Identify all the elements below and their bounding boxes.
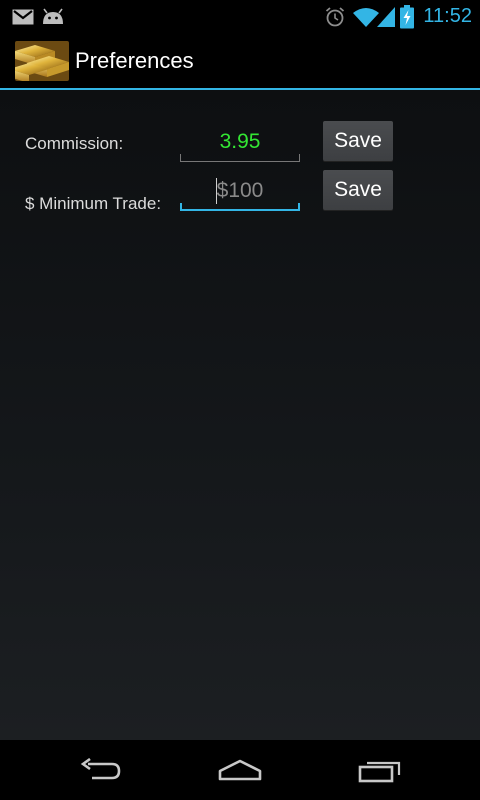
android-icon [41,0,65,33]
minimum-trade-field-underline [180,203,300,211]
minimum-trade-field[interactable]: $100 [180,171,300,211]
signal-icon [376,0,396,33]
action-bar [0,33,480,89]
text-cursor [216,178,217,204]
status-clock: 11:52 [423,5,472,27]
minimum-trade-placeholder: $100 [216,179,264,202]
alarm-icon [324,0,346,33]
save-commission-button[interactable]: Save [323,121,393,161]
commission-field[interactable]: 3.95 [180,122,300,162]
minimum-trade-label: $ Minimum Trade: [25,194,162,213]
gold-bars-icon[interactable] [15,41,69,81]
commission-label: Commission: [25,134,124,153]
status-bar: 11:52 [0,0,480,33]
recent-apps-icon[interactable] [330,740,430,800]
back-icon[interactable] [50,740,150,800]
gmail-icon [12,0,34,33]
navigation-bar [0,740,480,800]
commission-value: 3.95 [219,130,261,153]
home-icon[interactable] [190,740,290,800]
commission-field-underline [180,154,300,162]
page-title: Preferences [75,48,194,73]
battery-charging-icon [400,0,414,33]
preferences-content: Commission: 3.95 Save $ Minimum Trade: $… [0,90,480,740]
save-minimum-trade-button[interactable]: Save [323,170,393,210]
